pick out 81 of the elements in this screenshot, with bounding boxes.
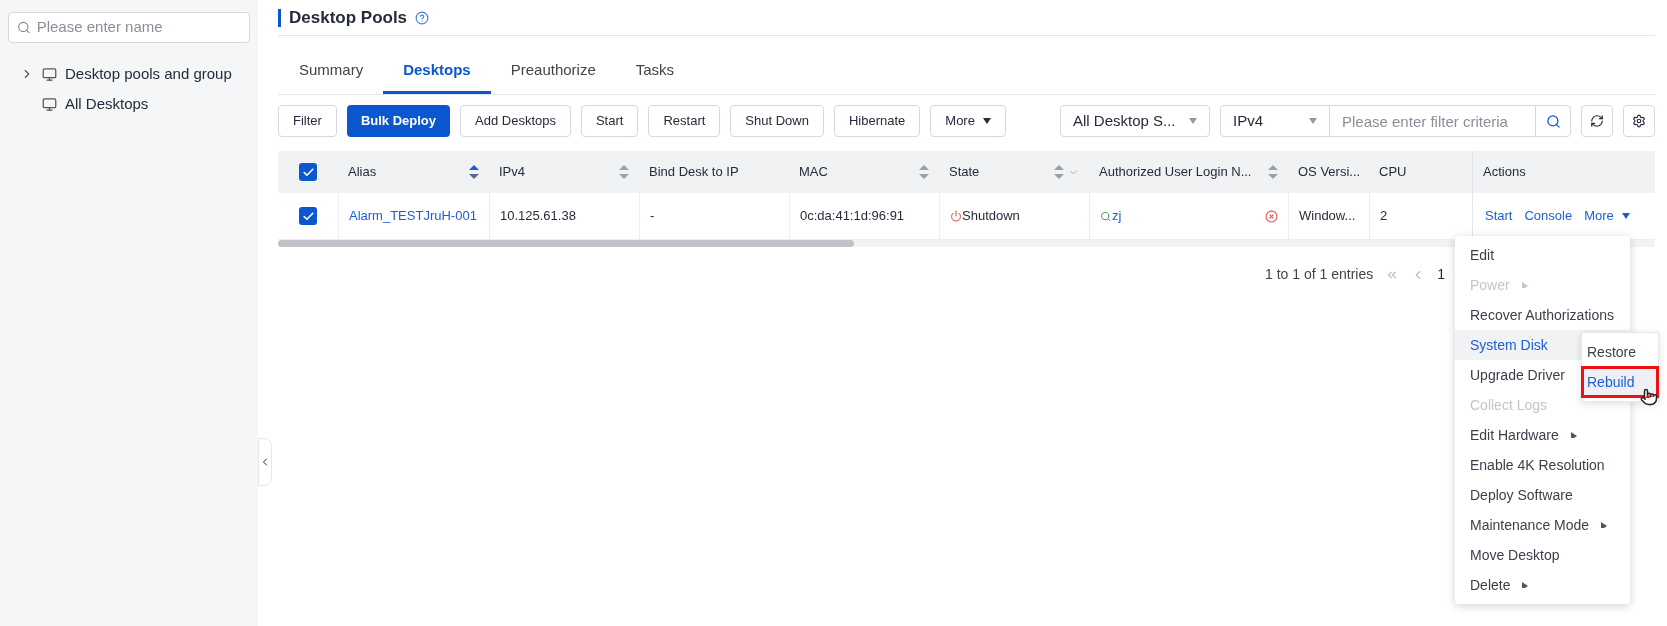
sort-icon[interactable]	[469, 165, 479, 179]
user-link[interactable]: zj	[1112, 206, 1122, 226]
filter-input[interactable]: Please enter filter criteria	[1330, 105, 1535, 137]
column-header[interactable]: Authorized User Login N...	[1089, 151, 1288, 193]
checkbox[interactable]	[299, 207, 317, 225]
menu-item[interactable]: Edit Hardware	[1455, 420, 1630, 450]
action-link[interactable]: More	[1584, 206, 1630, 226]
column-header: CPU	[1378, 163, 1408, 182]
toolbar-button[interactable]: Hibernate	[833, 105, 921, 137]
check-icon	[301, 209, 315, 223]
sort-icon[interactable]	[919, 165, 929, 179]
table-cell-text: 0c:da:41:1d:96:91	[800, 207, 905, 226]
caret-icon	[1189, 118, 1197, 124]
action-link[interactable]: Console	[1524, 206, 1573, 226]
column-header: Actions	[1472, 151, 1655, 193]
scrollbar-thumb[interactable]	[278, 240, 854, 247]
toolbar-button[interactable]: Add Desktops	[460, 105, 571, 137]
toolbar-button[interactable]: Bulk Deploy	[346, 105, 450, 137]
menu-item[interactable]: Deploy Software	[1455, 480, 1630, 510]
sort-icon[interactable]	[1268, 165, 1278, 179]
column-header: Bind Desk to IP	[648, 163, 740, 182]
column-header[interactable]: State	[939, 151, 1089, 193]
submenu-arrow-icon	[1521, 282, 1530, 288]
column-header[interactable]: MAC	[789, 151, 939, 193]
search-field[interactable]: Please enter name	[8, 12, 250, 43]
table-cell-text: 10.125.61.38	[500, 207, 576, 226]
menu-item[interactable]: Edit	[1455, 240, 1630, 270]
menu-item[interactable]: Maintenance Mode	[1455, 510, 1630, 540]
refresh-icon	[1590, 114, 1604, 128]
search-icon	[17, 20, 31, 35]
menu-item[interactable]: Recover Authorizations	[1455, 300, 1630, 330]
menu-item[interactable]: Enable 4K Resolution	[1455, 450, 1630, 480]
remove-icon[interactable]	[1265, 209, 1278, 223]
alias-link[interactable]: Alarm_TESTJruH-001	[349, 206, 477, 226]
toolbar-button[interactable]: Filter	[278, 105, 337, 137]
tab[interactable]: Preauthorize	[490, 50, 616, 94]
state-select[interactable]: All Desktop S...	[1060, 105, 1210, 137]
power-icon	[950, 210, 962, 222]
settings-icon	[1632, 114, 1646, 128]
table-cell-text: 2	[1380, 207, 1388, 226]
user-status-icon	[1100, 210, 1111, 222]
menu-item[interactable]: Delete	[1455, 570, 1630, 600]
checkbox[interactable]	[299, 163, 317, 181]
search-icon	[1545, 113, 1561, 129]
column-header: OS Versi...	[1297, 163, 1362, 182]
refresh-button[interactable]	[1581, 105, 1613, 137]
toolbar-button[interactable]: Restart	[648, 105, 721, 137]
tab[interactable]: Summary	[279, 50, 384, 94]
monitor-icon	[42, 66, 57, 82]
toolbar-button[interactable]: Start	[580, 105, 639, 137]
menu-item[interactable]: Move Desktop	[1455, 540, 1630, 570]
search-input[interactable]: Please enter name	[36, 16, 241, 39]
sort-icon[interactable]	[1054, 165, 1064, 179]
action-link[interactable]: Start	[1485, 206, 1513, 226]
field-select[interactable]: IPv4	[1220, 105, 1330, 137]
column-header[interactable]: Alias	[338, 151, 489, 193]
tree-item[interactable]: All Desktops	[65, 92, 149, 116]
caret-icon	[1621, 213, 1630, 219]
caret-icon	[1309, 118, 1317, 124]
page-number[interactable]: 1	[1437, 264, 1445, 285]
table-cell-text: Shutdown	[962, 207, 1020, 226]
toolbar-button[interactable]: More	[930, 105, 1006, 137]
collapse-handle[interactable]	[258, 438, 272, 486]
tab[interactable]: Desktops	[383, 50, 491, 94]
column-header[interactable]: IPv4	[489, 151, 639, 193]
entries-summary: 1 to 1 of 1 entries	[1265, 265, 1374, 284]
submenu-item[interactable]: Rebuild	[1582, 367, 1658, 397]
tab[interactable]: Tasks	[615, 50, 695, 94]
page-title: Desktop Pools	[289, 6, 408, 29]
caret-icon	[982, 118, 991, 124]
table-cell-text: Window...	[1299, 207, 1356, 226]
submenu-arrow-icon	[1570, 432, 1579, 438]
sort-icon[interactable]	[619, 165, 629, 179]
check-icon	[301, 165, 315, 179]
search-button[interactable]	[1535, 105, 1571, 137]
settings-button[interactable]	[1623, 105, 1655, 137]
monitor-icon	[42, 96, 57, 112]
tree-item[interactable]: Desktop pools and group	[65, 62, 232, 86]
toolbar-button[interactable]: Shut Down	[730, 105, 824, 137]
table-cell-text: -	[650, 207, 655, 226]
help-icon[interactable]	[415, 10, 430, 25]
